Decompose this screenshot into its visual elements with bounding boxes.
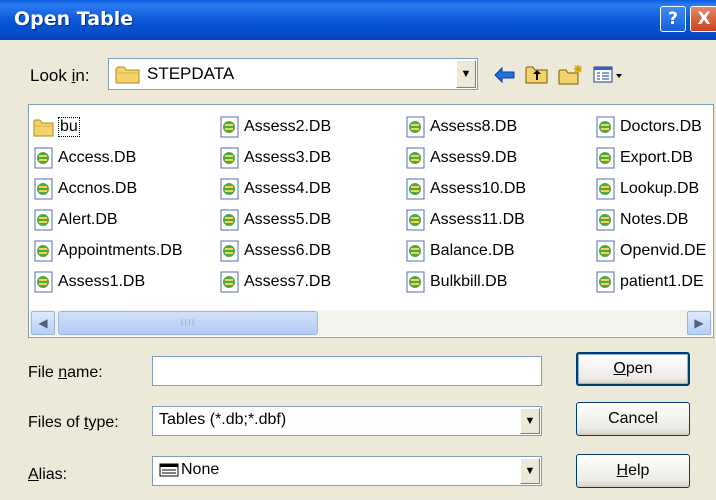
- list-item[interactable]: Assess3.DB: [219, 142, 331, 173]
- filename-label: File name:: [28, 364, 103, 381]
- new-folder-button[interactable]: [558, 62, 584, 88]
- open-button[interactable]: Open: [576, 352, 690, 386]
- database-file-icon: [34, 147, 53, 168]
- database-file-icon: [596, 116, 615, 137]
- list-item[interactable]: Assess9.DB: [405, 142, 526, 173]
- close-button[interactable]: X: [690, 6, 716, 32]
- alias-label: Alias:: [28, 466, 68, 483]
- chevron-down-icon[interactable]: ▼: [520, 458, 540, 484]
- alias-value: None: [181, 461, 220, 478]
- window-title: Open Table: [14, 8, 134, 30]
- title-bar: Open Table ? X: [0, 0, 716, 40]
- left-arrow-icon: [494, 67, 515, 83]
- database-file-icon: [220, 178, 239, 199]
- up-folder-icon: [525, 66, 548, 84]
- back-button[interactable]: [492, 62, 518, 88]
- database-file-icon: [406, 147, 425, 168]
- database-file-icon: [596, 271, 615, 292]
- file-column-1: bu Access.DB Accnos.DB Alert.DB Appointm…: [33, 111, 183, 297]
- database-file-icon: [406, 116, 425, 137]
- list-item[interactable]: Doctors.DB: [595, 111, 706, 142]
- lookin-label: Look in:: [30, 66, 90, 85]
- horizontal-scrollbar[interactable]: ◀ IIII ▶: [30, 310, 712, 336]
- list-item[interactable]: Access.DB: [33, 142, 183, 173]
- list-item[interactable]: Accnos.DB: [33, 173, 183, 204]
- list-item[interactable]: Assess7.DB: [219, 266, 331, 297]
- help-title-button[interactable]: ?: [660, 6, 686, 32]
- database-file-icon: [34, 271, 53, 292]
- list-item[interactable]: Export.DB: [595, 142, 706, 173]
- list-item[interactable]: Openvid.DE: [595, 235, 706, 266]
- database-file-icon: [406, 209, 425, 230]
- list-item[interactable]: Assess4.DB: [219, 173, 331, 204]
- scroll-left-button[interactable]: ◀: [31, 311, 55, 335]
- alias-icon: [159, 463, 179, 477]
- filetype-label: Files of type:: [28, 414, 119, 431]
- list-item[interactable]: Assess5.DB: [219, 204, 331, 235]
- chevron-down-icon[interactable]: ▼: [456, 60, 476, 88]
- file-column-2: Assess2.DB Assess3.DB Assess4.DB Assess5…: [219, 111, 331, 297]
- views-menu-button[interactable]: [592, 62, 626, 88]
- list-item[interactable]: Assess11.DB: [405, 204, 526, 235]
- scroll-thumb[interactable]: IIII: [58, 311, 318, 335]
- view-menu-icon: [593, 66, 622, 83]
- list-item[interactable]: Assess6.DB: [219, 235, 331, 266]
- scroll-right-button[interactable]: ▶: [687, 311, 711, 335]
- database-file-icon: [220, 240, 239, 261]
- database-file-icon: [220, 116, 239, 137]
- filename-field[interactable]: [152, 356, 542, 386]
- list-item[interactable]: Assess10.DB: [405, 173, 526, 204]
- filetype-dropdown[interactable]: Tables (*.db;*.dbf) ▼: [152, 406, 542, 436]
- database-file-icon: [220, 271, 239, 292]
- alias-dropdown[interactable]: None ▼: [152, 456, 542, 486]
- list-item[interactable]: Notes.DB: [595, 204, 706, 235]
- database-file-icon: [220, 147, 239, 168]
- file-column-4: Doctors.DB Export.DB Lookup.DB Notes.DB …: [595, 111, 706, 297]
- list-item-folder[interactable]: bu: [33, 111, 183, 142]
- database-file-icon: [34, 178, 53, 199]
- folder-icon: [33, 119, 54, 136]
- database-file-icon: [596, 240, 615, 261]
- list-item[interactable]: Assess2.DB: [219, 111, 331, 142]
- database-file-icon: [406, 271, 425, 292]
- list-item[interactable]: Appointments.DB: [33, 235, 183, 266]
- filetype-value: Tables (*.db;*.dbf): [159, 411, 287, 428]
- new-folder-icon: [558, 65, 582, 85]
- up-folder-button[interactable]: [524, 62, 550, 88]
- database-file-icon: [406, 178, 425, 199]
- database-file-icon: [596, 178, 615, 199]
- list-item[interactable]: Alert.DB: [33, 204, 183, 235]
- list-item[interactable]: Assess1.DB: [33, 266, 183, 297]
- database-file-icon: [220, 209, 239, 230]
- file-list[interactable]: bu Access.DB Accnos.DB Alert.DB Appointm…: [28, 104, 714, 338]
- chevron-down-icon[interactable]: ▼: [520, 408, 540, 434]
- list-item[interactable]: patient1.DE: [595, 266, 706, 297]
- list-item[interactable]: Bulkbill.DB: [405, 266, 526, 297]
- database-file-icon: [596, 147, 615, 168]
- lookin-dropdown[interactable]: STEPDATA ▼: [108, 58, 478, 90]
- list-item[interactable]: Balance.DB: [405, 235, 526, 266]
- database-file-icon: [596, 209, 615, 230]
- database-file-icon: [34, 209, 53, 230]
- cancel-button[interactable]: Cancel: [576, 402, 690, 436]
- filename-input[interactable]: [159, 361, 535, 379]
- help-button[interactable]: Help: [576, 454, 690, 488]
- file-column-3: Assess8.DB Assess9.DB Assess10.DB Assess…: [405, 111, 526, 297]
- list-item[interactable]: Assess8.DB: [405, 111, 526, 142]
- database-file-icon: [34, 240, 53, 261]
- list-item[interactable]: Lookup.DB: [595, 173, 706, 204]
- database-file-icon: [406, 240, 425, 261]
- lookin-value: STEPDATA: [147, 64, 235, 83]
- folder-icon: [115, 66, 140, 84]
